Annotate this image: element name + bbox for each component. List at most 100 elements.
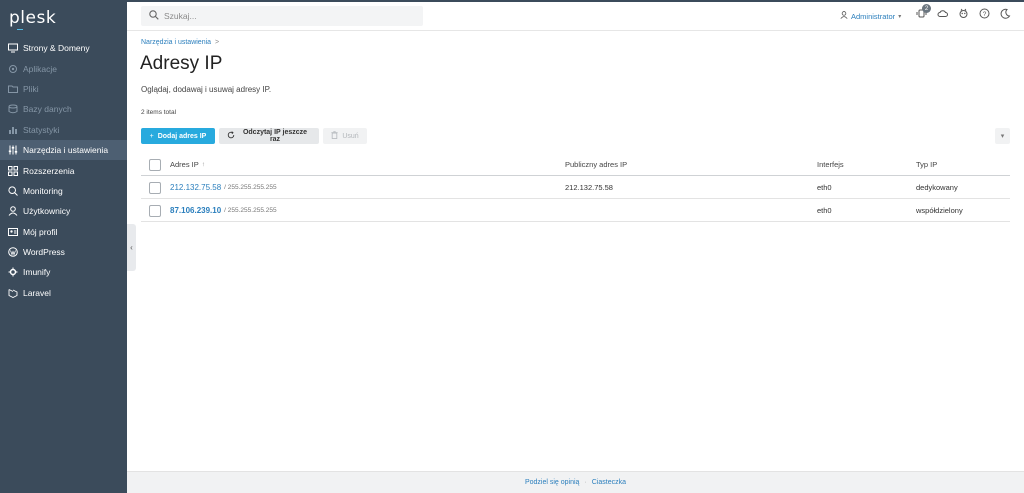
chevron-down-icon: ▾ bbox=[1000, 133, 1005, 140]
sidebar-item-websites[interactable]: Strony & Domeny bbox=[0, 38, 127, 58]
sidebar-item-label: Narzędzia i ustawienia bbox=[23, 145, 109, 156]
search-box bbox=[141, 6, 423, 26]
delete-label: Usuń bbox=[342, 132, 359, 140]
ip-cell: 212.132.75.58/ 255.255.255.255 bbox=[170, 176, 277, 199]
notifications-button[interactable]: 2 bbox=[915, 4, 931, 21]
advisor-icon bbox=[958, 6, 969, 24]
ip-type-cell: współdzielony bbox=[916, 206, 963, 215]
theme-toggle-button[interactable] bbox=[999, 6, 1011, 24]
select-all-checkbox[interactable] bbox=[149, 158, 161, 171]
table-row: 87.106.239.10/ 255.255.255.255 eth0 wspó… bbox=[141, 199, 1010, 222]
profile-icon bbox=[8, 227, 18, 237]
monitor-icon bbox=[8, 43, 18, 53]
items-total: 2 items total bbox=[141, 109, 177, 116]
sliders-icon bbox=[8, 145, 18, 155]
user-icon bbox=[840, 11, 848, 21]
folder-icon bbox=[8, 84, 18, 94]
table-row: 212.132.75.58/ 255.255.255.255 212.132.7… bbox=[141, 176, 1010, 199]
moon-icon bbox=[1000, 6, 1011, 24]
row-checkbox[interactable] bbox=[149, 204, 161, 217]
plus-icon: + bbox=[149, 132, 154, 140]
sidebar-item-label: Mój profil bbox=[23, 226, 58, 237]
advisor-button[interactable] bbox=[957, 6, 969, 24]
sidebar-item-label: Laravel bbox=[23, 287, 51, 298]
column-header-interface: Interfejs bbox=[817, 160, 844, 169]
sidebar-item-tools-settings[interactable]: Narzędzia i ustawienia bbox=[0, 139, 127, 161]
page-title: Adresy IP bbox=[140, 53, 223, 74]
topbar: Administrator ▾ 2 ? bbox=[127, 0, 1024, 31]
ip-address-link[interactable]: 87.106.239.10 bbox=[170, 206, 221, 215]
help-button[interactable]: ? bbox=[978, 6, 990, 24]
help-icon: ? bbox=[979, 6, 990, 24]
sidebar-nav: Strony & Domeny Aplikacje Pliki Bazy dan… bbox=[0, 38, 127, 303]
ip-mask: / 255.255.255.255 bbox=[224, 184, 277, 191]
sidebar-item-label: Bazy danych bbox=[23, 104, 72, 115]
user-icon bbox=[8, 206, 18, 217]
sidebar-item-label: Statystyki bbox=[23, 124, 60, 135]
sidebar-item-wordpress[interactable]: WordPress bbox=[0, 242, 127, 262]
sidebar-item-databases[interactable]: Bazy danych bbox=[0, 99, 127, 119]
user-name: Administrator bbox=[851, 11, 896, 21]
breadcrumb-separator: > bbox=[215, 39, 220, 46]
topbar-icons: 2 ? bbox=[915, 4, 1011, 24]
sidebar-item-extensions[interactable]: Rozszerzenia bbox=[0, 160, 127, 180]
table-header: Adres IP ↑ Publiczny adres IP Interfejs T… bbox=[141, 153, 1010, 176]
column-header-ip[interactable]: Adres IP ↑ bbox=[170, 153, 205, 176]
ip-type-cell: dedykowany bbox=[916, 183, 958, 192]
list-options-dropdown[interactable]: ▾ bbox=[995, 128, 1010, 144]
cloud-icon bbox=[937, 6, 948, 24]
sidebar-item-statistics[interactable]: Statystyki bbox=[0, 120, 127, 140]
database-icon bbox=[8, 104, 18, 114]
imunify-icon bbox=[8, 267, 18, 277]
feedback-link[interactable]: Podziel się opinią bbox=[525, 479, 579, 486]
cookies-link[interactable]: Ciasteczka bbox=[592, 479, 626, 486]
breadcrumb: Narzędzia i ustawienia > bbox=[141, 39, 219, 46]
sidebar-item-apps[interactable]: Aplikacje bbox=[0, 58, 127, 78]
logo-accent bbox=[17, 29, 23, 30]
public-ip-cell: 212.132.75.58 bbox=[565, 183, 613, 192]
row-checkbox[interactable] bbox=[149, 181, 161, 194]
sidebar-item-profile[interactable]: Mój profil bbox=[0, 222, 127, 242]
monitoring-icon bbox=[8, 186, 18, 196]
user-menu[interactable]: Administrator ▾ bbox=[840, 11, 901, 21]
svg-text:?: ? bbox=[982, 11, 986, 18]
sidebar-item-label: Monitoring bbox=[23, 185, 63, 196]
column-header-type: Typ IP bbox=[916, 160, 938, 169]
main-content: Narzędzia i ustawienia > Adresy IP Ogląda… bbox=[127, 31, 1024, 471]
ip-table: Adres IP ↑ Publiczny adres IP Interfejs T… bbox=[141, 153, 1010, 222]
ip-address-link[interactable]: 212.132.75.58 bbox=[170, 183, 221, 192]
grid-icon bbox=[8, 165, 18, 176]
interface-cell: eth0 bbox=[817, 183, 832, 192]
sidebar-item-files[interactable]: Pliki bbox=[0, 79, 127, 99]
chevron-down-icon: ▾ bbox=[898, 13, 902, 20]
ip-mask: / 255.255.255.255 bbox=[224, 207, 277, 214]
add-ip-button[interactable]: + Dodaj adres IP bbox=[141, 128, 215, 144]
interface-cell: eth0 bbox=[817, 206, 832, 215]
search-icon bbox=[149, 7, 159, 25]
sidebar-item-monitoring[interactable]: Monitoring bbox=[0, 181, 127, 201]
page-description: Oglądaj, dodawaj i usuwaj adresy IP. bbox=[141, 85, 272, 94]
wordpress-icon bbox=[8, 247, 18, 257]
add-ip-label: Dodaj adres IP bbox=[157, 132, 207, 140]
ip-cell: 87.106.239.10/ 255.255.255.255 bbox=[170, 199, 277, 222]
gear-icon bbox=[8, 64, 18, 74]
sidebar-item-label: Aplikacje bbox=[23, 63, 58, 74]
sort-ascending-icon: ↑ bbox=[201, 161, 206, 168]
sidebar-item-users[interactable]: Użytkownicy bbox=[0, 201, 127, 221]
reread-ip-button[interactable]: Odczytaj IP jeszcze raz bbox=[219, 128, 319, 144]
sidebar-item-label: Użytkownicy bbox=[23, 206, 71, 217]
sidebar-item-label: WordPress bbox=[23, 247, 65, 258]
sidebar-item-imunify[interactable]: Imunify bbox=[0, 262, 127, 282]
reread-ip-label: Odczytaj IP jeszcze raz bbox=[242, 129, 308, 143]
trash-icon bbox=[331, 131, 338, 141]
toolbar: + Dodaj adres IP Odczytaj IP jeszcze raz … bbox=[141, 128, 367, 144]
breadcrumb-link-tools[interactable]: Narzędzia i ustawienia bbox=[141, 39, 211, 46]
cloud-button[interactable] bbox=[936, 9, 948, 21]
sidebar-item-laravel[interactable]: Laravel bbox=[0, 283, 127, 303]
delete-button[interactable]: Usuń bbox=[323, 128, 367, 144]
footer-separator: · bbox=[584, 479, 587, 486]
sidebar-item-label: Pliki bbox=[23, 83, 39, 94]
plesk-logo[interactable]: plesk bbox=[9, 8, 56, 28]
search-input[interactable] bbox=[164, 11, 404, 21]
sidebar: plesk Strony & Domeny Aplikacje Pliki Ba… bbox=[0, 0, 127, 493]
